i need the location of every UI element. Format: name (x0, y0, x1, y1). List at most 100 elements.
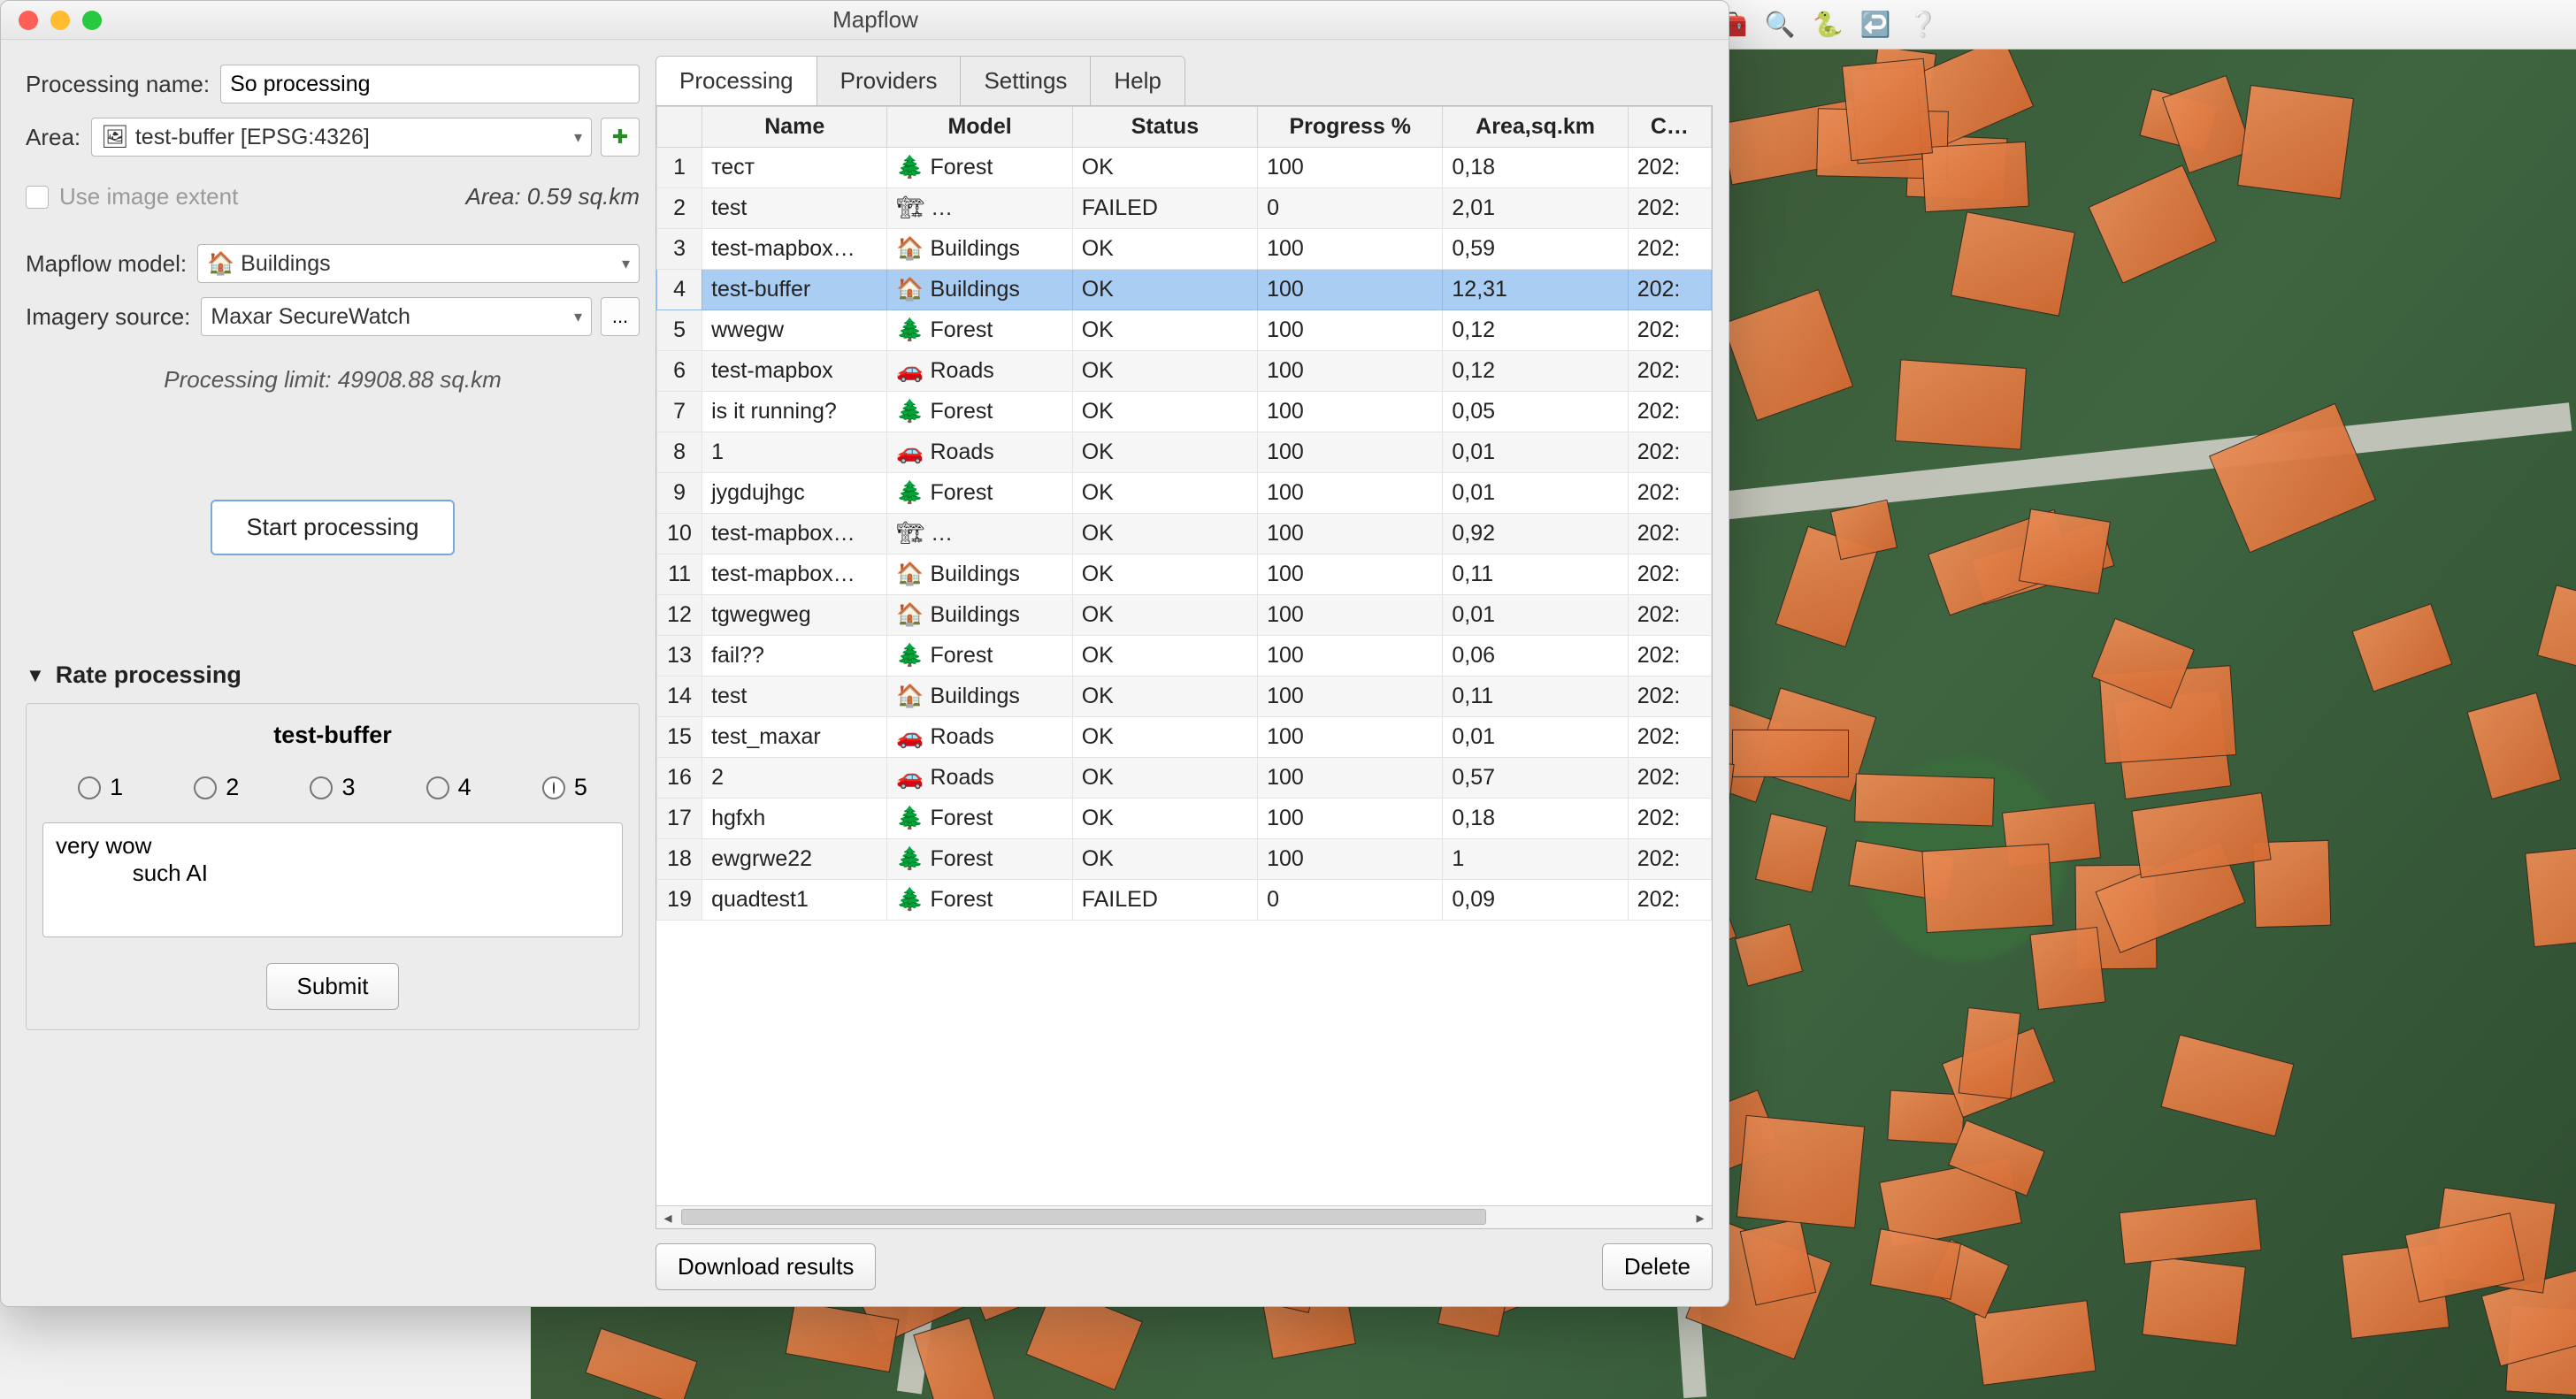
row-number: 19 (657, 880, 702, 921)
cell-area: 0,01 (1443, 717, 1628, 758)
cell-name: test (702, 188, 887, 229)
building-polygon (1887, 1089, 1965, 1144)
toolbar-icon[interactable]: ❔ (1907, 9, 1939, 41)
col-header[interactable]: Area,sq.km (1443, 107, 1628, 148)
row-number: 7 (657, 392, 702, 432)
left-panel: Processing name: Area: 🖼 test-buffer [EP… (1, 40, 656, 1306)
cell-area: 1 (1443, 839, 1628, 880)
table-row[interactable]: 14 test 🏠 Buildings OK 100 0,11 202: (657, 677, 1712, 717)
minimize-icon[interactable] (50, 11, 70, 30)
cell-model: 🏠 Buildings (887, 270, 1072, 310)
table-row[interactable]: 7 is it running? 🌲 Forest OK 100 0,05 20… (657, 392, 1712, 432)
table-row[interactable]: 9 jygdujhgc 🌲 Forest OK 100 0,01 202: (657, 473, 1712, 514)
area-select[interactable]: 🖼 test-buffer [EPSG:4326] ▾ (91, 118, 592, 157)
table-row[interactable]: 3 test-mapbox… 🏠 Buildings OK 100 0,59 2… (657, 229, 1712, 270)
toolbar-icon[interactable]: 🔍 (1764, 9, 1796, 41)
tab-help[interactable]: Help (1091, 57, 1184, 105)
scroll-right-icon[interactable]: ▸ (1689, 1206, 1712, 1229)
table-row[interactable]: 13 fail?? 🌲 Forest OK 100 0,06 202: (657, 636, 1712, 677)
col-header[interactable]: Status (1072, 107, 1257, 148)
col-header[interactable]: Model (887, 107, 1072, 148)
cell-progress: 100 (1258, 717, 1443, 758)
rating-option-2[interactable]: 2 (194, 774, 239, 801)
horizontal-scrollbar[interactable]: ◂ ▸ (656, 1205, 1712, 1228)
rating-option-3[interactable]: 3 (310, 774, 355, 801)
scroll-left-icon[interactable]: ◂ (656, 1206, 679, 1229)
cell-model: 🌲 Forest (887, 880, 1072, 921)
table-row[interactable]: 17 hgfxh 🌲 Forest OK 100 0,18 202: (657, 799, 1712, 839)
delete-button[interactable]: Delete (1602, 1243, 1713, 1290)
disclosure-triangle-icon: ▼ (26, 664, 45, 687)
model-select[interactable]: 🏠 Buildings ▾ (197, 244, 640, 283)
cell-model: 🏠 Buildings (887, 595, 1072, 636)
rating-option-5[interactable]: 5 (542, 774, 587, 801)
rating-option-4[interactable]: 4 (426, 774, 472, 801)
cell-status: OK (1072, 595, 1257, 636)
titlebar[interactable]: Mapflow (1, 1, 1729, 40)
cell-created: 202: (1628, 270, 1711, 310)
building-polygon (1870, 1228, 1961, 1299)
cell-status: OK (1072, 799, 1257, 839)
table-wrap: NameModelStatusProgress %Area,sq.kmC… 1 … (656, 105, 1713, 1229)
row-number: 3 (657, 229, 702, 270)
toolbar-icon[interactable]: ↩️ (1859, 9, 1891, 41)
cell-status: OK (1072, 270, 1257, 310)
building-polygon (2131, 792, 2271, 878)
close-icon[interactable] (19, 11, 38, 30)
col-header[interactable] (657, 107, 702, 148)
building-polygon (2466, 692, 2561, 799)
maximize-icon[interactable] (82, 11, 102, 30)
cell-status: FAILED (1072, 188, 1257, 229)
rating-option-1[interactable]: 1 (78, 774, 123, 801)
proc-name-input[interactable] (220, 65, 640, 103)
add-area-button[interactable]: ✚ (601, 118, 640, 157)
submit-button[interactable]: Submit (266, 963, 400, 1010)
table-row[interactable]: 11 test-mapbox… 🏠 Buildings OK 100 0,11 … (657, 554, 1712, 595)
download-results-button[interactable]: Download results (656, 1243, 876, 1290)
cell-progress: 0 (1258, 188, 1443, 229)
table-row[interactable]: 16 2 🚗 Roads OK 100 0,57 202: (657, 758, 1712, 799)
imagery-more-button[interactable]: ... (601, 297, 640, 336)
table-row[interactable]: 6 test-mapbox 🚗 Roads OK 100 0,12 202: (657, 351, 1712, 392)
tab-processing[interactable]: Processing (656, 57, 817, 105)
cell-area: 0,01 (1443, 595, 1628, 636)
scrollbar-thumb[interactable] (681, 1209, 1486, 1225)
cell-area: 0,01 (1443, 432, 1628, 473)
toolbar-icon[interactable]: 🐍 (1812, 9, 1844, 41)
row-number: 12 (657, 595, 702, 636)
table-row[interactable]: 2 test 🏗 … FAILED 0 2,01 202: (657, 188, 1712, 229)
tab-settings[interactable]: Settings (961, 57, 1091, 105)
rate-header[interactable]: ▼ Rate processing (26, 661, 640, 689)
col-header[interactable]: Progress % (1258, 107, 1443, 148)
table-row[interactable]: 12 tgwegweg 🏠 Buildings OK 100 0,01 202: (657, 595, 1712, 636)
table-row[interactable]: 1 тест 🌲 Forest OK 100 0,18 202: (657, 148, 1712, 188)
table-row[interactable]: 19 quadtest1 🌲 Forest FAILED 0 0,09 202: (657, 880, 1712, 921)
building-polygon (1974, 1300, 2096, 1386)
model-select-value: 🏠 Buildings (207, 251, 331, 277)
start-processing-button[interactable]: Start processing (211, 500, 454, 555)
col-header[interactable]: C… (1628, 107, 1711, 148)
cell-name: jygdujhgc (702, 473, 887, 514)
table-row[interactable]: 5 wwegw 🌲 Forest OK 100 0,12 202: (657, 310, 1712, 351)
building-polygon (2352, 603, 2453, 692)
row-number: 15 (657, 717, 702, 758)
cell-progress: 100 (1258, 229, 1443, 270)
row-number: 14 (657, 677, 702, 717)
table-row[interactable]: 10 test-mapbox… 🏗 … OK 100 0,92 202: (657, 514, 1712, 554)
table-row[interactable]: 4 test-buffer 🏠 Buildings OK 100 12,31 2… (657, 270, 1712, 310)
cell-area: 0,05 (1443, 392, 1628, 432)
cell-created: 202: (1628, 432, 1711, 473)
cell-name: wwegw (702, 310, 887, 351)
table-row[interactable]: 15 test_maxar 🚗 Roads OK 100 0,01 202: (657, 717, 1712, 758)
tab-providers[interactable]: Providers (817, 57, 962, 105)
feedback-textarea[interactable] (42, 822, 623, 937)
imagery-select[interactable]: Maxar SecureWatch ▾ (201, 297, 592, 336)
cell-status: OK (1072, 392, 1257, 432)
table-row[interactable]: 18 ewgrwe22 🌲 Forest OK 100 1 202: (657, 839, 1712, 880)
cell-created: 202: (1628, 799, 1711, 839)
processing-table[interactable]: NameModelStatusProgress %Area,sq.kmC… 1 … (656, 106, 1712, 921)
row-number: 18 (657, 839, 702, 880)
table-row[interactable]: 8 1 🚗 Roads OK 100 0,01 202: (657, 432, 1712, 473)
cell-created: 202: (1628, 758, 1711, 799)
col-header[interactable]: Name (702, 107, 887, 148)
